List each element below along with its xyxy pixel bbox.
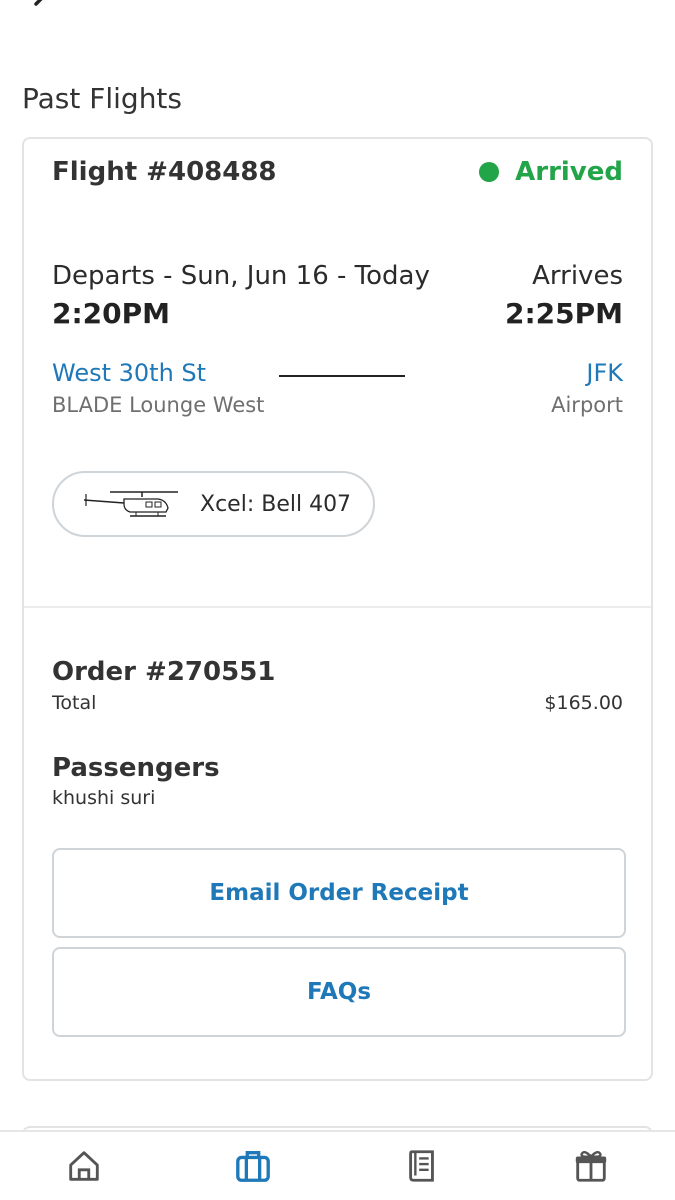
arrives-time: 2:25PM [504, 297, 623, 330]
tab-trips[interactable] [213, 1136, 293, 1196]
status-badge: Arrived [479, 157, 623, 187]
briefcase-icon [236, 1151, 270, 1182]
destination-name[interactable]: JFK [586, 359, 623, 387]
faqs-button[interactable]: FAQs [52, 947, 626, 1037]
departs-time: 2:20PM [52, 297, 171, 330]
flight-number: Flight #408488 [52, 157, 277, 187]
destination-subtitle: Airport [551, 393, 623, 417]
back-button[interactable] [28, 0, 64, 22]
order-number: Order #270551 [52, 657, 276, 687]
status-dot-icon [479, 162, 500, 182]
card-divider [24, 606, 651, 608]
passengers-title: Passengers [52, 753, 220, 783]
total-label: Total [52, 692, 97, 714]
aircraft-name: Xcel: Bell 407 [200, 491, 352, 517]
departs-label: Departs - Sun, Jun 16 - Today [52, 261, 430, 291]
section-title: Past Flights [22, 82, 183, 115]
aircraft-pill[interactable]: Xcel: Bell 407 [52, 471, 375, 537]
helicopter-icon [83, 491, 178, 517]
origin-name[interactable]: West 30th St [52, 359, 206, 387]
home-icon [69, 1151, 100, 1181]
origin-subtitle: BLADE Lounge West [52, 393, 265, 417]
status-text: Arrived [515, 157, 623, 187]
gift-icon [575, 1151, 606, 1182]
bottom-tab-bar [0, 1130, 675, 1200]
passenger-name: khushi suri [52, 787, 156, 809]
back-arrow-icon [34, 0, 43, 6]
tab-home[interactable] [44, 1136, 124, 1196]
tab-rewards[interactable] [551, 1136, 631, 1196]
route-line [279, 375, 405, 377]
email-receipt-button[interactable]: Email Order Receipt [52, 848, 626, 938]
tab-guide[interactable] [382, 1136, 462, 1196]
flight-card: Flight #408488 Arrived Departs - Sun, Ju… [22, 137, 653, 1081]
arrives-label: Arrives [532, 261, 623, 291]
book-icon [409, 1150, 434, 1182]
total-value: $165.00 [544, 692, 623, 714]
